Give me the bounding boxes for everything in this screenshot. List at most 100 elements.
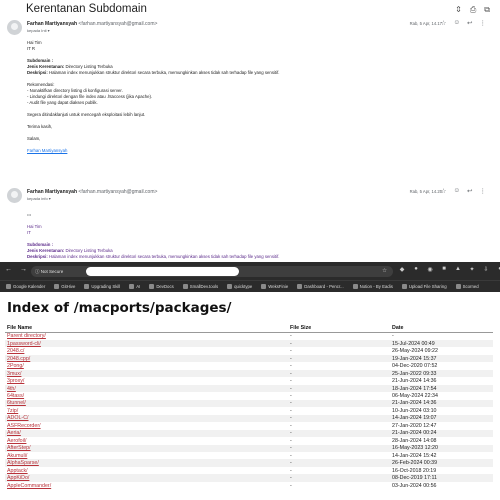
- table-row: Akumuli/ - 14-Jan-2024 15:42: [5, 452, 493, 459]
- download-icon[interactable]: ⇩: [482, 266, 490, 273]
- star-icon[interactable]: ☆: [441, 19, 447, 27]
- table-row: AppleCommander/ - 03-Jun-2024 00:56: [5, 482, 493, 489]
- file-link[interactable]: 7zip/: [7, 408, 18, 414]
- forward-icon[interactable]: →: [20, 266, 27, 273]
- avatar[interactable]: [7, 20, 22, 35]
- table-row: 6tunnel/ -21-Jan-2024 14:36: [5, 399, 493, 408]
- header-file-name[interactable]: File Name: [5, 324, 288, 333]
- file-name-cell: Parent directory/: [5, 333, 288, 340]
- file-link[interactable]: AppleCommander/: [7, 483, 51, 489]
- file-link[interactable]: 3mux/: [7, 371, 21, 377]
- puzzle-icon[interactable]: ✦: [468, 266, 476, 273]
- file-link[interactable]: ASFRecorder/: [7, 423, 41, 429]
- bookmark-label: Dashboard - Pencr...: [304, 284, 344, 289]
- bookmark-label: Upgrading Skill: [91, 284, 121, 289]
- reply-icon[interactable]: ↩: [467, 19, 472, 27]
- address-bar[interactable]: ⓘ Not Secure ☆: [31, 266, 393, 277]
- recipient[interactable]: kepada info ▾: [27, 196, 51, 201]
- table-header-row: File Name File Size Date: [5, 324, 493, 333]
- header-file-size[interactable]: File Size: [288, 324, 390, 333]
- file-link[interactable]: 1password-cli/: [7, 341, 41, 347]
- extension-icon[interactable]: ◉: [426, 266, 434, 273]
- profile-icon[interactable]: ◐: [496, 266, 500, 273]
- file-link[interactable]: 2048.cpp/: [7, 356, 30, 362]
- file-link[interactable]: AlphaSparse/: [7, 460, 39, 466]
- file-link[interactable]: 2048.c/: [7, 348, 24, 354]
- file-link[interactable]: Aerofoil/: [7, 438, 26, 444]
- file-name-cell: Aeria/: [5, 429, 288, 438]
- not-secure-badge[interactable]: ⓘ Not Secure: [35, 267, 63, 276]
- file-size-cell: -: [288, 444, 390, 452]
- file-name-cell: 7zip/: [5, 407, 288, 414]
- open-new-window-icon[interactable]: ⧉: [484, 5, 490, 15]
- collapse-icon[interactable]: ⇕: [455, 5, 462, 15]
- reply-icon[interactable]: ↩: [467, 187, 472, 195]
- extension-icon[interactable]: ●: [412, 266, 420, 273]
- bookmark-item[interactable]: Dashboard - Pencr...: [297, 284, 344, 289]
- file-link[interactable]: AppKiDo/: [7, 475, 29, 481]
- bookmark-item[interactable]: AI: [129, 284, 140, 289]
- browser-window: ← → ⓘ Not Secure ☆ ◆ ● ◉ ■ ▲ ✦ ⇩ ◐ ⋮ Goo…: [0, 262, 500, 500]
- bookmark-star-icon[interactable]: ☆: [382, 267, 387, 276]
- file-link[interactable]: 6tunnel/: [7, 400, 26, 406]
- bookmark-item[interactable]: SmallDev.tools: [182, 284, 218, 289]
- bookmark-item[interactable]: GitHive: [54, 284, 75, 289]
- bookmark-label: quicktype: [234, 284, 253, 289]
- table-row: 7zip/ - 10-Jun-2024 03:10: [5, 407, 493, 414]
- file-link[interactable]: Akumuli/: [7, 453, 27, 459]
- file-link[interactable]: 3proxy/: [7, 378, 24, 384]
- bookmark-item[interactable]: Scorned: [455, 284, 479, 289]
- bookmark-item[interactable]: Google Kalender: [6, 284, 45, 289]
- extension-icon[interactable]: ■: [440, 266, 448, 273]
- extension-icon[interactable]: ◆: [398, 266, 406, 273]
- bookmark-item[interactable]: Upgrading Skill: [84, 284, 120, 289]
- sender[interactable]: Farhan Martiyansyah <farhan.martiyansyah…: [27, 21, 157, 27]
- avatar[interactable]: [7, 188, 22, 203]
- file-name-cell: ASFRecorder/: [5, 422, 288, 429]
- file-link[interactable]: Aeria/: [7, 430, 21, 436]
- bookmark-favicon-icon: [401, 284, 407, 289]
- bookmark-item[interactable]: Notion - By Eadis: [352, 284, 393, 289]
- file-size-cell: -: [290, 333, 292, 340]
- file-name-cell: 6tunnel/: [5, 399, 288, 408]
- file-link[interactable]: Parent directory/: [7, 333, 46, 339]
- date-cell: 14-Jan-2024 19:07: [390, 414, 493, 423]
- file-link[interactable]: 64tass/: [7, 393, 24, 399]
- table-row: 2048.c/ - 26-May-2024 09:22: [5, 347, 493, 354]
- star-icon[interactable]: ☆: [441, 187, 447, 195]
- file-size-cell: -: [288, 399, 390, 408]
- emoji-icon[interactable]: ☺: [453, 19, 460, 27]
- file-link[interactable]: 2Pong/: [7, 363, 24, 369]
- file-link[interactable]: Apptack/: [7, 468, 28, 474]
- file-name-cell: 3mux/: [5, 369, 288, 378]
- extension-icon[interactable]: ▲: [454, 266, 462, 273]
- date-cell: 25-Jan-2022 09:33: [390, 369, 493, 378]
- file-size-cell: -: [288, 369, 390, 378]
- bookmark-item[interactable]: WeksFinie: [261, 284, 288, 289]
- more-icon[interactable]: ⋮: [480, 19, 487, 27]
- print-icon[interactable]: ⎙: [470, 5, 476, 15]
- bookmark-item[interactable]: quicktype: [227, 284, 252, 289]
- desc-value: Halaman index menunjukkan struktur direk…: [47, 254, 280, 259]
- file-link[interactable]: 4th/: [7, 386, 16, 392]
- bookmark-item[interactable]: Upload File Sharing: [401, 284, 447, 289]
- file-size-cell: -: [290, 467, 292, 474]
- bookmark-favicon-icon: [455, 284, 461, 289]
- sender[interactable]: Farhan Martiyansyah <farhan.martiyansyah…: [27, 189, 157, 195]
- header-date[interactable]: Date: [390, 324, 493, 333]
- email-body: Hai Tim IT R Subdomain : Jenis Kerentana…: [27, 40, 487, 154]
- table-row: 4th/ -18-Jan-2024 17:54: [5, 384, 493, 393]
- file-name-cell: Akumuli/: [5, 452, 288, 459]
- file-link[interactable]: ADOL-C/: [7, 415, 29, 421]
- file-link[interactable]: AfterStep/: [7, 445, 31, 451]
- file-size-cell: -: [290, 482, 292, 489]
- file-size-cell: -: [288, 354, 390, 363]
- back-icon[interactable]: ←: [5, 266, 12, 273]
- emoji-icon[interactable]: ☺: [453, 187, 460, 195]
- more-icon[interactable]: ⋮: [480, 187, 487, 195]
- file-name-cell: ADOL-C/: [5, 414, 288, 423]
- bookmark-label: Notion - By Eadis: [359, 284, 393, 289]
- recipient[interactable]: kepada Inti ▾: [27, 28, 50, 33]
- signature-link[interactable]: Farhan Martiyansyah: [27, 148, 487, 154]
- bookmark-item[interactable]: DevDocs: [149, 284, 174, 289]
